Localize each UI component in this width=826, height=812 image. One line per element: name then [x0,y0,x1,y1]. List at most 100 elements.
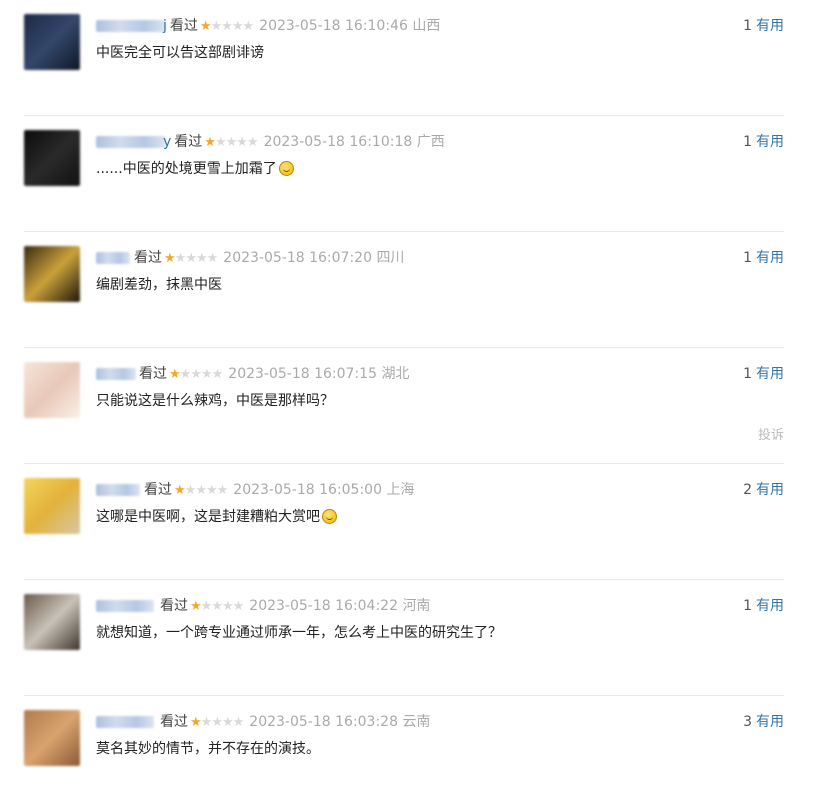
review-region: 四川 [376,250,405,266]
star-empty-icon: ★ [232,599,245,614]
useful-label[interactable]: 有用 [756,714,784,730]
review-text: 就想知道，一个跨专业通过师承一年，怎么考上中医的研究生了？ [96,625,502,641]
review-list: j 看过 ★★★★★ 2023-05-18 16:10:46 山西 1 有用 中医完全可以告… [0,0,826,766]
useful-vote-button[interactable]: 3 有用 [743,712,784,732]
star-filled-icon: ★ [169,367,181,382]
avatar[interactable] [24,710,80,766]
useful-label[interactable]: 有用 [756,18,784,34]
useful-label[interactable]: 有用 [756,134,784,150]
useful-label[interactable]: 有用 [756,366,784,382]
star-empty-icon: ★ [179,367,192,382]
review-item: 看过 ★★★★★ 2023-05-18 16:04:22 河南 1 有用 就想知道，一个跨… [0,580,826,696]
review-text: ......中医的处境更雪上加霜了 [96,161,277,177]
useful-count: 3 [743,714,752,730]
username-suffix[interactable]: j [163,18,167,34]
useful-count: 1 [743,250,752,266]
review-item: 看过 ★★★★★ 2023-05-18 16:07:15 湖北 1 有用只能说这是什么辣… [0,348,826,464]
username-link[interactable] [96,716,154,728]
useful-vote-button[interactable]: 1 有用 [743,248,784,268]
watched-status: 看过 [139,366,167,382]
useful-count: 1 [743,134,752,150]
star-empty-icon: ★ [195,483,207,498]
star-rating: ★★★★★ [174,481,228,501]
username-suffix[interactable]: y [163,134,171,150]
avatar[interactable] [24,246,80,302]
star-empty-icon: ★ [185,251,197,266]
useful-label[interactable]: 有用 [756,250,784,266]
useful-vote-button[interactable]: 1 有用 [743,596,784,616]
thinking-emoji-icon [278,161,294,176]
review-content: 就想知道，一个跨专业通过师承一年，怎么考上中医的研究生了？ [96,622,502,644]
star-empty-icon: ★ [236,135,248,150]
star-filled-icon: ★ [164,251,176,266]
watched-status: 看过 [134,250,162,266]
review-region: 河南 [402,598,431,614]
review-item: j 看过 ★★★★★ 2023-05-18 16:10:46 山西 1 有用中医完全可以告… [0,0,826,116]
useful-label[interactable]: 有用 [756,482,784,498]
useful-label[interactable]: 有用 [756,598,784,614]
useful-count: 1 [743,366,752,382]
review-time: 2023-05-18 16:07:20 [223,250,372,266]
username-link[interactable] [96,484,140,496]
review-content: 编剧差劲，抹黑中医 [96,274,222,296]
review-region: 广西 [416,134,445,150]
avatar[interactable] [24,362,80,418]
star-empty-icon: ★ [210,19,223,34]
useful-vote-button[interactable]: 1 有用 [743,16,784,36]
star-rating: ★★★★★ [199,17,254,37]
star-empty-icon: ★ [221,715,234,730]
star-empty-icon: ★ [206,251,219,266]
star-empty-icon: ★ [232,715,245,730]
username-link[interactable] [96,20,166,32]
review-text: 中医完全可以告这部剧诽谤 [96,45,264,61]
star-empty-icon: ★ [174,251,187,266]
review-meta: y 看过 ★★★★★ 2023-05-18 16:10:18 广西 [163,132,445,152]
star-empty-icon: ★ [211,367,224,382]
review-content: 莫名其妙的情节，并不存在的演技。 [96,738,320,760]
avatar[interactable] [24,130,80,186]
review-time: 2023-05-18 16:03:28 [249,714,398,730]
review-meta: 看过 ★★★★★ 2023-05-18 16:07:15 湖北 [139,364,409,384]
report-link[interactable]: 投诉 [758,424,784,443]
watched-status: 看过 [144,482,172,498]
star-empty-icon: ★ [184,483,197,498]
star-rating: ★★★★★ [190,713,245,733]
review-content: ......中医的处境更雪上加霜了 [96,158,294,180]
username-link[interactable] [96,368,136,380]
avatar[interactable] [24,594,80,650]
useful-count: 1 [743,18,752,34]
avatar[interactable] [24,14,80,70]
review-item: y 看过 ★★★★★ 2023-05-18 16:10:18 广西 1 有用 ......中… [0,116,826,232]
review-time: 2023-05-18 16:10:18 [263,134,413,150]
review-text: 只能说这是什么辣鸡，中医是那样吗？ [96,393,334,409]
star-filled-icon: ★ [204,135,216,150]
review-region: 云南 [402,714,431,730]
star-filled-icon: ★ [199,19,212,34]
review-meta: 看过 ★★★★★ 2023-05-18 16:04:22 河南 [160,596,430,616]
watched-status: 看过 [160,598,188,614]
star-empty-icon: ★ [200,599,213,614]
star-empty-icon: ★ [211,599,223,614]
star-empty-icon: ★ [195,251,208,266]
star-filled-icon: ★ [190,715,202,730]
useful-count: 1 [743,598,752,614]
star-empty-icon: ★ [214,135,227,150]
review-meta: 看过 ★★★★★ 2023-05-18 16:03:28 云南 [160,712,430,732]
review-meta: 看过 ★★★★★ 2023-05-18 16:07:20 四川 [134,248,404,268]
star-empty-icon: ★ [231,19,244,34]
review-region: 湖北 [381,366,410,382]
review-text: 这哪是中医啊，这是封建糟粕大赏吧 [96,509,320,525]
username-link[interactable] [96,252,130,264]
review-time: 2023-05-18 16:05:00 [233,482,382,498]
username-link[interactable] [96,600,154,612]
review-content: 这哪是中医啊，这是封建糟粕大赏吧 [96,506,337,528]
useful-vote-button[interactable]: 2 有用 [743,480,784,500]
review-meta: j 看过 ★★★★★ 2023-05-18 16:10:46 山西 [163,16,440,36]
username-link[interactable] [96,136,166,148]
review-content: 中医完全可以告这部剧诽谤 [96,42,264,64]
useful-vote-button[interactable]: 1 有用 [743,364,784,384]
avatar[interactable] [24,478,80,534]
watched-status: 看过 [169,18,198,34]
useful-vote-button[interactable]: 1 有用 [743,132,784,152]
review-item: 看过 ★★★★★ 2023-05-18 16:03:28 云南 3 有用 莫名其妙的情节，… [0,696,826,812]
